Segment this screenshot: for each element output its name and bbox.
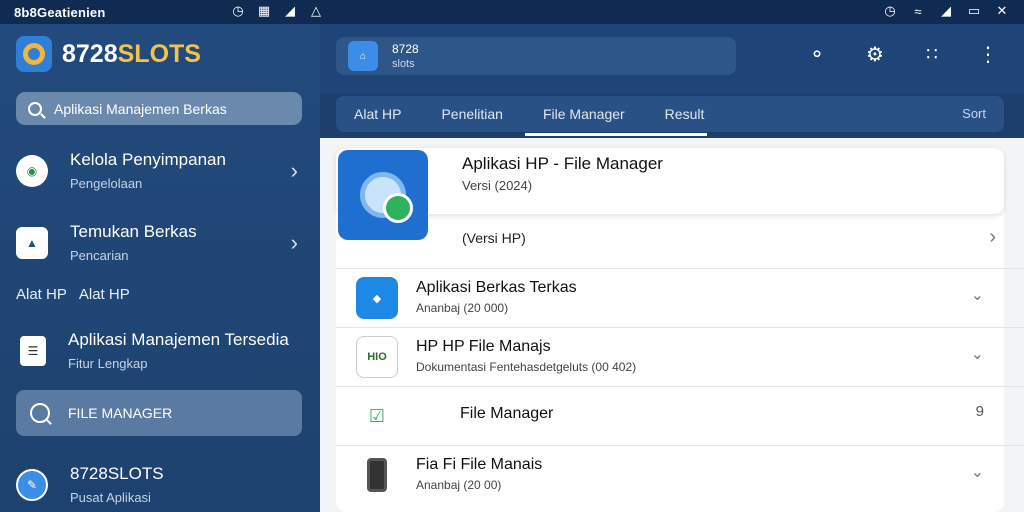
- sidebar-item-subtitle: Pusat Aplikasi: [70, 490, 151, 505]
- app-chip-line2: slots: [392, 58, 415, 70]
- sidebar-item-file-manager[interactable]: FILE MANAGER: [16, 390, 302, 436]
- tab-alat-hp[interactable]: Alat HP: [354, 96, 401, 132]
- brand-name: 8728SLOTS: [62, 40, 201, 69]
- clock-icon: ◷: [232, 3, 244, 18]
- list-item-subtitle: Ananbaj (20 000): [416, 301, 509, 315]
- file-manager-app-icon: [338, 150, 428, 240]
- search-icon: [30, 403, 50, 423]
- featured-app-subtitle: Versi (2024): [462, 178, 533, 193]
- list-item-title: HP HP File Manajs: [416, 338, 551, 355]
- chevron-down-icon[interactable]: ⌄: [971, 344, 984, 364]
- file-icon: ▲: [16, 226, 48, 259]
- hio-logo-icon: HIO: [356, 336, 398, 378]
- list-item-subtitle: Dokumentasi Fentehasdetgeluts (00 402): [416, 360, 637, 374]
- list-item-title: File Manager: [460, 405, 554, 422]
- list-item[interactable]: Fia Fi File Manais Ananbaj (20 00) ⌄: [336, 445, 1024, 504]
- main-content: Aplikasi HP - File Manager Versi (2024) …: [320, 138, 1024, 512]
- status-bar-left-icons: ◷ ▦ ◢ △: [230, 3, 324, 19]
- chevron-right-icon[interactable]: ›: [989, 226, 996, 249]
- signal-icon: ◢: [285, 3, 295, 18]
- sort-button[interactable]: Sort: [962, 106, 986, 121]
- sidebar-item-title: Temukan Berkas: [70, 222, 197, 241]
- sidebar-item-subtitle: Pencarian: [70, 248, 129, 263]
- list-item[interactable]: ◆ Aplikasi Berkas Terkas Ananbaj (20 000…: [336, 268, 1024, 327]
- search-text: Aplikasi Manajemen Berkas: [54, 100, 227, 117]
- sidebar-item-title: Aplikasi Manajemen Tersedia: [68, 330, 289, 349]
- tab-penelitian[interactable]: Penelitian: [441, 96, 503, 132]
- gear-icon[interactable]: ⚙: [863, 42, 887, 66]
- sidebar-item-storage[interactable]: ◉ Kelola Penyimpanan Pengelolaan ›: [16, 150, 302, 191]
- list-item[interactable]: HIO HP HP File Manajs Dokumentasi Fenteh…: [336, 327, 1024, 386]
- clock-icon: ◷: [884, 3, 896, 18]
- phone-icon: [356, 454, 398, 496]
- apps-grid-icon[interactable]: ∷: [920, 42, 944, 66]
- brand-logo-icon: [16, 36, 52, 72]
- list-item[interactable]: ☑ File Manager 9: [336, 386, 1024, 445]
- search-icon: [28, 101, 42, 116]
- battery-icon: ▭: [967, 3, 981, 18]
- sidebar-item-title: 8728SLOTS: [70, 464, 164, 483]
- status-bar-text: 8b8Geatienien: [14, 4, 106, 20]
- chevron-down-icon[interactable]: ⌄: [971, 462, 984, 482]
- chevron-down-icon[interactable]: ⌄: [971, 285, 984, 305]
- tab-result[interactable]: Result: [665, 96, 705, 132]
- sidebar-item-home[interactable]: ✎ 8728SLOTS Pusat Aplikasi: [16, 464, 302, 505]
- sidebar-section-title: Alat HP: [78, 286, 130, 303]
- sidebar: 8728SLOTS Aplikasi Manajemen Berkas ◉ Ke…: [0, 24, 320, 512]
- sidebar-item-find-files[interactable]: ▲ Temukan Berkas Pencarian ›: [16, 222, 302, 263]
- featured-app-title: Aplikasi HP - File Manager: [462, 154, 663, 173]
- tab-bar: Alat HP Penelitian File Manager Result S…: [336, 96, 1004, 136]
- chevron-right-icon: ›: [290, 158, 298, 183]
- featured-app-meta: (Versi HP): [462, 230, 526, 246]
- app-chip-line1: 8728: [392, 42, 419, 56]
- app-chip[interactable]: ⌂ 8728 slots: [336, 37, 736, 75]
- list-item-subtitle: Ananbaj (20 00): [416, 478, 502, 492]
- sidebar-item-manager-apps[interactable]: ☰ Aplikasi Manajemen Tersedia Fitur Leng…: [16, 330, 302, 371]
- wifi-icon: ≈: [914, 3, 922, 19]
- sidebar-item-subtitle: Pengelolaan: [70, 176, 143, 191]
- alert-icon: △: [311, 3, 321, 18]
- folder-check-icon: ☑: [356, 395, 398, 437]
- chat-icon[interactable]: ⚬: [805, 42, 829, 66]
- sd-card-icon: ▦: [257, 3, 271, 18]
- chevron-right-icon: ›: [290, 230, 298, 255]
- signal-icon: ◢: [941, 3, 951, 18]
- close-icon[interactable]: ✕: [994, 3, 1010, 19]
- brand-name-main: 8728: [62, 39, 118, 68]
- list-item-count: 9: [975, 403, 984, 420]
- list-item-title: Fia Fi File Manais: [416, 456, 543, 473]
- app-home-icon: ⌂: [348, 41, 378, 71]
- brand[interactable]: 8728SLOTS: [16, 36, 201, 72]
- brand-name-accent: SLOTS: [117, 39, 201, 68]
- status-bar: 8b8Geatienien ◷ ▦ ◢ △ ◷ ≈ ◢ ▭ ✕: [0, 0, 1024, 24]
- featured-app-header[interactable]: [336, 148, 1004, 214]
- storage-icon: ◉: [16, 154, 48, 187]
- document-icon: ☰: [20, 335, 46, 366]
- search-input[interactable]: Aplikasi Manajemen Berkas: [16, 92, 302, 125]
- tools-icon: ✎: [16, 468, 48, 501]
- more-vert-icon[interactable]: ⋮: [976, 42, 1000, 66]
- sidebar-active-label: FILE MANAGER: [68, 405, 173, 421]
- status-bar-right-icons: ◷ ≈ ◢ ▭ ✕: [882, 3, 1010, 19]
- top-bar: ⌂ 8728 slots ⚬ ⚙ ∷ ⋮: [320, 24, 1024, 94]
- sidebar-section-label: Alat HP: [16, 286, 67, 303]
- sidebar-item-title: Kelola Penyimpanan: [70, 150, 226, 169]
- folder-icon: ◆: [356, 277, 398, 319]
- list-item-title: Aplikasi Berkas Terkas: [416, 279, 577, 296]
- sidebar-section: Alat HP Alat HP: [16, 286, 130, 303]
- tab-file-manager[interactable]: File Manager: [525, 96, 707, 136]
- sidebar-item-subtitle: Fitur Lengkap: [68, 356, 148, 371]
